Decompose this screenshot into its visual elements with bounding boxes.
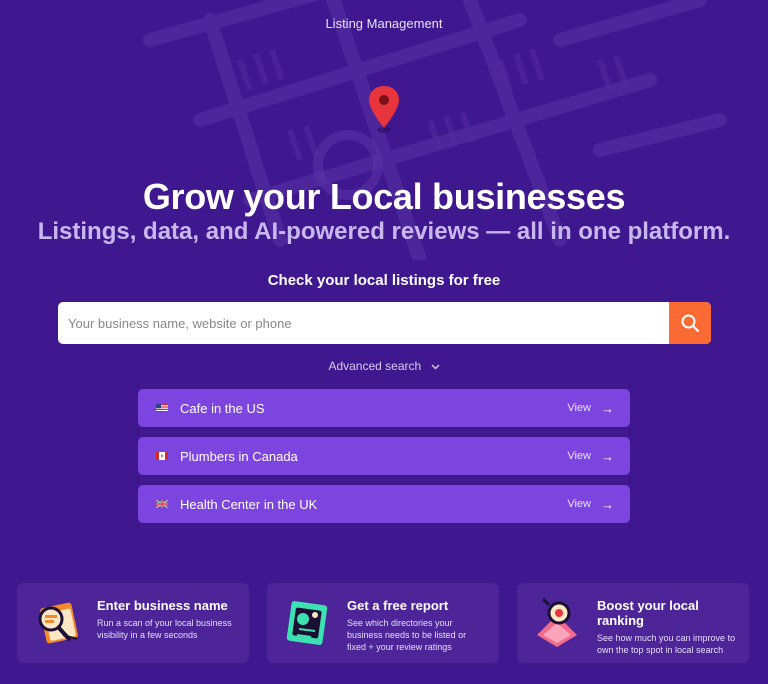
canada-flag-icon <box>156 452 168 460</box>
magnifier-document-illustration <box>38 602 78 644</box>
arrow-right-icon: → <box>601 400 614 416</box>
step-description: See how much you can improve to own the … <box>597 633 736 655</box>
search-button[interactable] <box>669 302 711 344</box>
quick-search-uk-health-center[interactable]: Health Center in the UK View → <box>138 485 630 523</box>
report-illustration <box>286 601 328 645</box>
view-link: View <box>567 450 591 462</box>
search-label: Check your local listings for free <box>267 272 501 289</box>
step-card-boost-ranking: Boost your local ranking See how much yo… <box>517 583 749 663</box>
view-link: View <box>567 402 591 414</box>
quick-search-label: Cafe in the US <box>180 400 265 416</box>
step-title: Get a free report <box>347 598 449 613</box>
arrow-right-icon: → <box>601 496 614 512</box>
business-search-input[interactable] <box>58 302 669 344</box>
chevron-down-icon <box>431 364 440 370</box>
search-bar <box>58 302 711 344</box>
target-ranking-illustration <box>537 597 577 647</box>
step-description: See which directories your business need… <box>347 618 467 652</box>
step-title: Boost your local ranking <box>597 598 699 628</box>
step-card-free-report: Get a free report See which directories … <box>267 583 499 663</box>
advanced-search-label: Advanced search <box>328 359 422 373</box>
step-description: Run a scan of your local business visibi… <box>97 618 232 640</box>
quick-search-us-cafe[interactable]: Cafe in the US View → <box>138 389 630 427</box>
view-link: View <box>567 498 591 510</box>
search-icon <box>681 314 699 332</box>
quick-search-canada-plumbers[interactable]: Plumbers in Canada View → <box>138 437 630 475</box>
us-flag-icon <box>156 404 168 412</box>
uk-flag-icon <box>156 500 168 508</box>
quick-search-label: Plumbers in Canada <box>180 448 298 464</box>
map-pin-icon <box>369 86 399 133</box>
hero-subtitle: Listings, data, and AI-powered reviews —… <box>37 218 731 245</box>
step-title: Enter business name <box>97 598 228 613</box>
quick-search-label: Health Center in the UK <box>180 496 318 512</box>
page-header-title: Listing Management <box>325 16 443 31</box>
hero-title: Grow your Local businesses <box>142 176 626 217</box>
arrow-right-icon: → <box>601 448 614 464</box>
step-card-enter-business: Enter business name Run a scan of your l… <box>17 583 249 663</box>
advanced-search-toggle[interactable]: Advanced search <box>0 359 768 373</box>
